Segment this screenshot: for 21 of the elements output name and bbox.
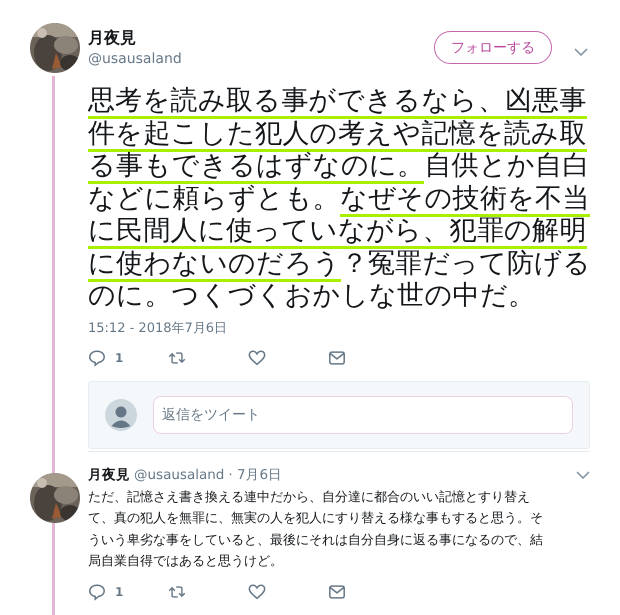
chevron-down-icon[interactable]	[574, 48, 588, 56]
author-handle: @usausaland	[134, 466, 224, 482]
reply-text: ただ、記憶さえ書き換える連中だから、自分達に都合のいい記憶とすり替え て、真の犯人を無罪に、無実の人を犯人にすり替える様な事もすると思う。そ ういう卑劣な事をしていると、最後にそれは自分自身に返る事になるので、結 局自業自得ではあると思うけど。	[88, 488, 544, 572]
tweet-text: 思考を読み取る事ができるなら、凶悪事 件を起こした犯人の考えや記憶を読み取 る事もできるはずなのに。自供とか自白 などに頼らずとも。なぜその技術を不当 に民間人に使っていながら、犯罪の解明 に使わないのだろう？冤罪だって防げる のに。つくづくおかしな世の中だ。	[88, 85, 590, 312]
reply-count: 1	[115, 584, 124, 599]
follow-button[interactable]: フォローする	[434, 31, 552, 64]
mail-icon[interactable]	[328, 348, 346, 366]
reply-input-field[interactable]: 返信をツイート	[153, 396, 573, 434]
author-handle: @usausaland	[88, 51, 182, 67]
heart-icon[interactable]	[248, 348, 266, 366]
mail-icon[interactable]	[328, 582, 346, 601]
heart-icon[interactable]	[248, 582, 266, 601]
author-name: 月夜見	[88, 28, 137, 49]
tweet-timestamp: 15:12 - 2018年7月6日	[88, 320, 228, 336]
reply-date: · 7月6日	[228, 466, 282, 484]
reply-count: 1	[115, 350, 124, 364]
reply-icon[interactable]	[88, 582, 106, 601]
user-avatar-icon	[105, 398, 137, 430]
chevron-down-icon[interactable]	[576, 470, 590, 478]
reply-icon[interactable]	[88, 348, 106, 366]
author-name: 月夜見	[88, 466, 130, 484]
